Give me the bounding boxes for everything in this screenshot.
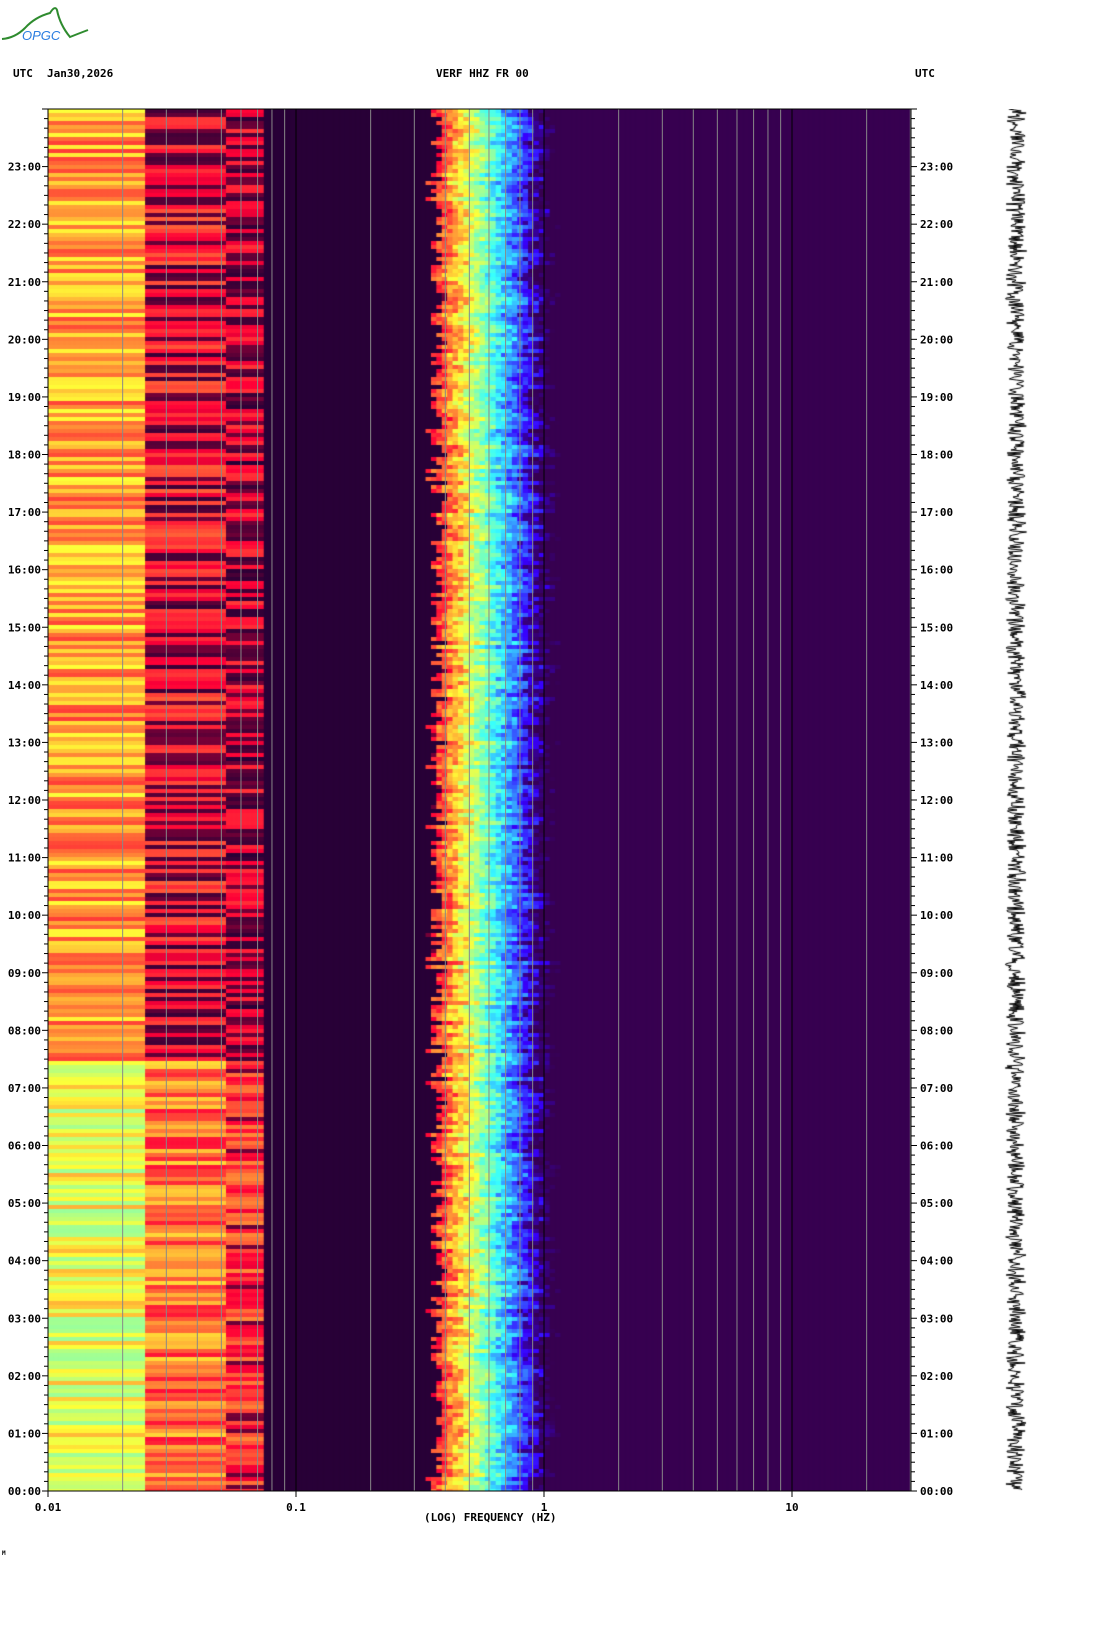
y-tick-label-right: 07:00 [920,1082,953,1095]
y-tick-label-left: 19:00 [8,391,41,404]
y-tick-label-left: 04:00 [8,1255,41,1268]
x-tick-label: 10 [785,1501,798,1514]
y-tick-label-right: 08:00 [920,1024,953,1037]
y-tick-label-right: 21:00 [920,276,953,289]
y-tick-label-right: 14:00 [920,679,953,692]
y-tick-label-left: 08:00 [8,1024,41,1037]
y-tick-label-left: 13:00 [8,736,41,749]
x-tick-label: 0.1 [286,1501,306,1514]
y-tick-label-left: 11:00 [8,852,41,865]
y-tick-label-left: 10:00 [8,909,41,922]
y-tick-label-left: 00:00 [8,1485,41,1498]
y-tick-label-right: 04:00 [920,1255,953,1268]
y-tick-label-right: 20:00 [920,333,953,346]
y-tick-label-left: 20:00 [8,333,41,346]
y-tick-label-right: 03:00 [920,1312,953,1325]
y-tick-label-left: 23:00 [8,161,41,174]
y-tick-label-right: 06:00 [920,1140,953,1153]
y-tick-label-left: 21:00 [8,276,41,289]
y-tick-label-right: 22:00 [920,218,953,231]
x-axis-label: (LOG) FREQUENCY (HZ) [424,1511,557,1524]
y-tick-label-right: 09:00 [920,967,953,980]
y-tick-label-right: 01:00 [920,1427,953,1440]
y-tick-label-left: 17:00 [8,506,41,519]
y-tick-label-right: 13:00 [920,736,953,749]
y-tick-label-left: 07:00 [8,1082,41,1095]
plot-frame [47,108,912,1492]
y-tick-label-left: 12:00 [8,794,41,807]
y-tick-label-left: 01:00 [8,1427,41,1440]
y-tick-label-left: 15:00 [8,621,41,634]
y-tick-label-right: 12:00 [920,794,953,807]
y-tick-label-right: 23:00 [920,161,953,174]
y-tick-label-left: 18:00 [8,449,41,462]
y-tick-label-right: 11:00 [920,852,953,865]
y-tick-label-left: 02:00 [8,1370,41,1383]
chart-axes: 00:00 00:00 01:00 01:00 02:00 02:00 03:00 03:00… [8,108,953,1514]
y-tick-label-right: 10:00 [920,909,953,922]
y-tick-label-left: 14:00 [8,679,41,692]
y-tick-label-right: 18:00 [920,449,953,462]
y-tick-label-right: 05:00 [920,1197,953,1210]
y-tick-label-left: 16:00 [8,564,41,577]
x-tick-label: 0.01 [35,1501,62,1514]
y-tick-label-right: 02:00 [920,1370,953,1383]
y-tick-label-left: 06:00 [8,1140,41,1153]
y-tick-label-right: 15:00 [920,621,953,634]
y-tick-label-right: 19:00 [920,391,953,404]
y-tick-label-right: 17:00 [920,506,953,519]
y-tick-label-left: 09:00 [8,967,41,980]
y-tick-label-left: 05:00 [8,1197,41,1210]
y-tick-label-left: 22:00 [8,218,41,231]
y-tick-label-left: 03:00 [8,1312,41,1325]
footer-mark: M [2,1550,6,1557]
y-tick-label-right: 00:00 [920,1485,953,1498]
y-tick-label-right: 16:00 [920,564,953,577]
